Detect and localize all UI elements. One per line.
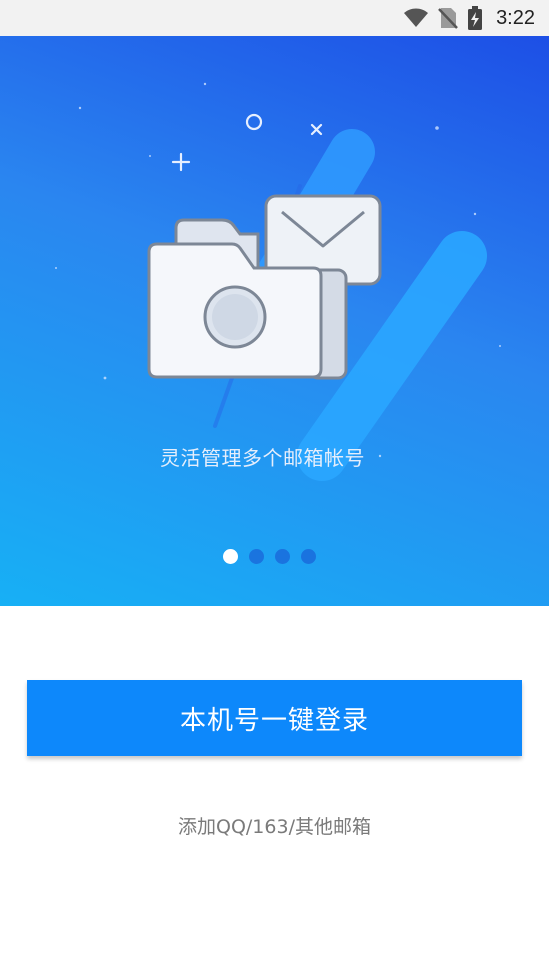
page-indicator (0, 549, 549, 564)
page-dot-2[interactable] (249, 549, 264, 564)
status-time: 3:22 (496, 6, 535, 29)
add-other-mailbox-link[interactable]: 添加QQ/163/其他邮箱 (0, 812, 549, 839)
page-dot-1[interactable] (223, 549, 238, 564)
status-bar: 3:22 (0, 0, 549, 36)
wifi-icon (403, 8, 429, 28)
onboarding-caption: 灵活管理多个邮箱帐号 (160, 446, 365, 470)
one-click-login-button[interactable]: 本机号一键登录 (27, 680, 522, 756)
no-sim-icon (438, 7, 458, 29)
page-dot-3[interactable] (275, 549, 290, 564)
page-dot-4[interactable] (301, 549, 316, 564)
onboarding-banner[interactable]: 灵活管理多个邮箱帐号 (0, 36, 549, 606)
folder-and-envelope-illustration (55, 82, 501, 481)
battery-charging-icon (467, 6, 483, 30)
